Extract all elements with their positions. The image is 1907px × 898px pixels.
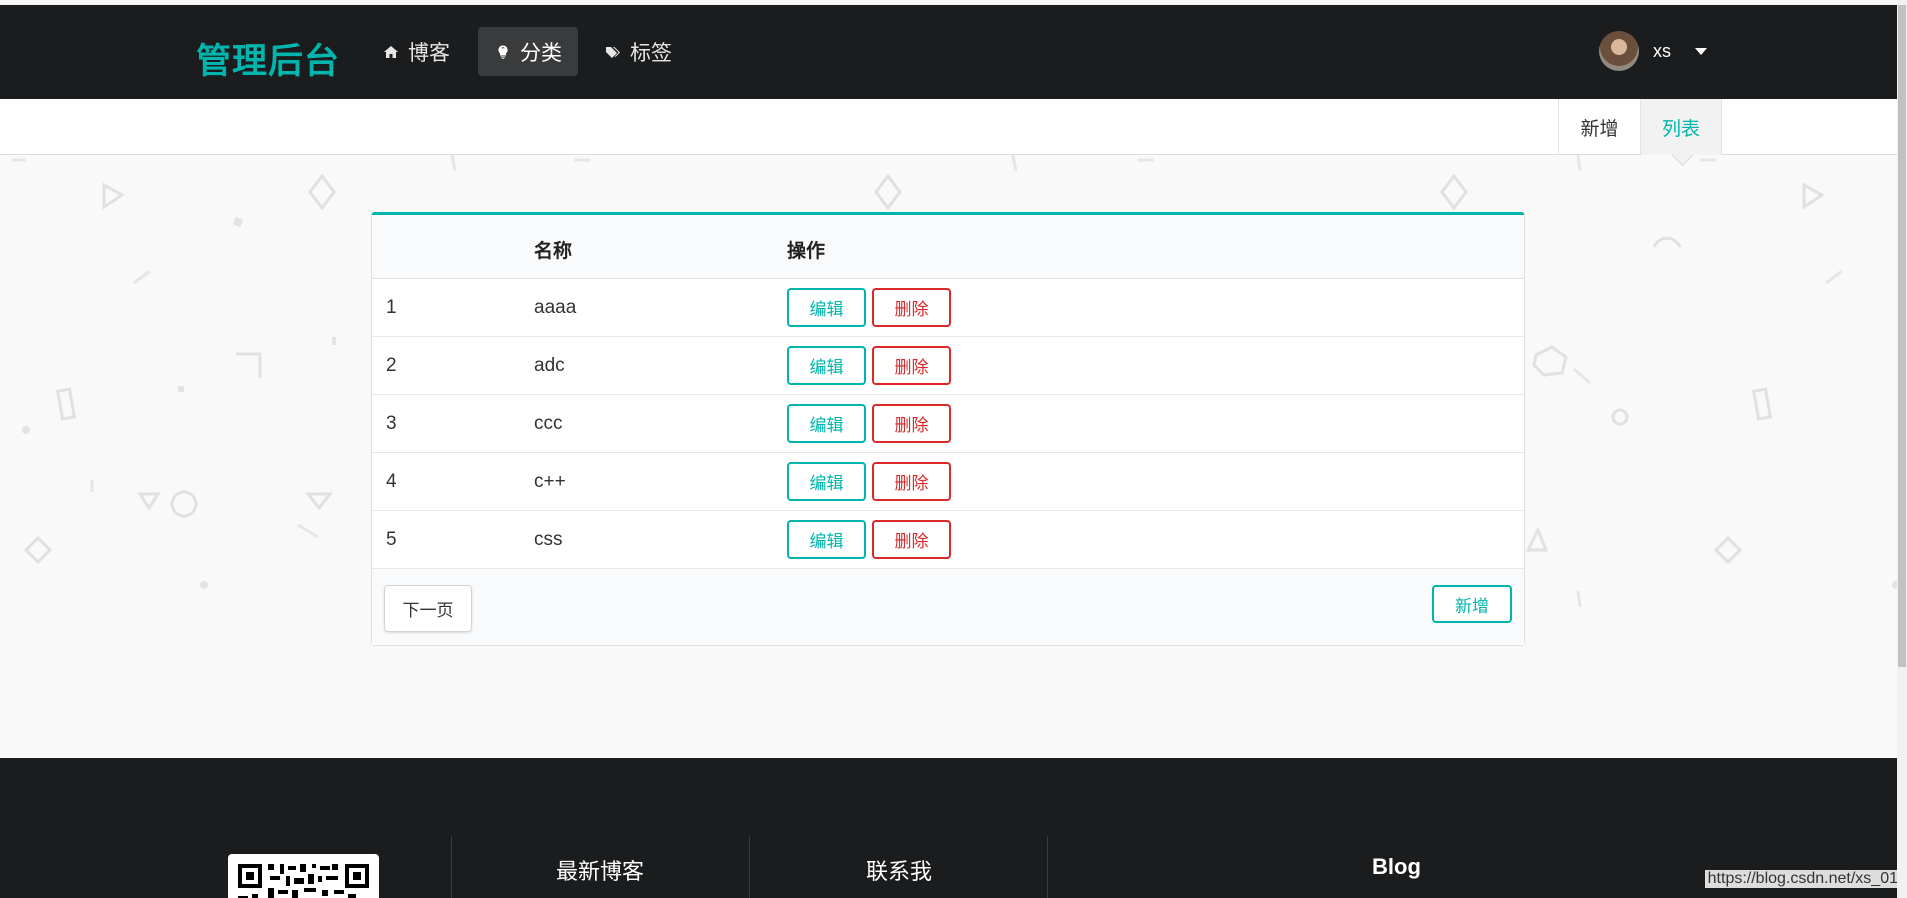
row-index: 3: [386, 413, 397, 434]
home-icon: [382, 43, 400, 61]
delete-button[interactable]: 删除: [872, 520, 951, 559]
user-menu[interactable]: xs: [1599, 31, 1707, 71]
nav-item-category[interactable]: 分类: [478, 27, 578, 76]
edit-button[interactable]: 编辑: [787, 520, 866, 559]
table-footer: 下一页 新增: [372, 569, 1524, 645]
edit-button[interactable]: 编辑: [787, 462, 866, 501]
nav-item-label: 博客: [408, 41, 450, 65]
delete-button[interactable]: 删除: [872, 404, 951, 443]
add-category-button[interactable]: 新增: [1432, 585, 1512, 623]
edit-button[interactable]: 编辑: [787, 404, 866, 443]
footer-divider: [749, 836, 750, 898]
row-name: c++: [534, 471, 566, 492]
row-index: 2: [386, 355, 397, 376]
row-index: 4: [386, 471, 397, 492]
row-name: aaaa: [534, 297, 577, 318]
nav-item-label: 分类: [520, 41, 562, 65]
next-page-button[interactable]: 下一页: [384, 585, 472, 632]
category-table: 名称 操作 1 aaaa 编辑 删除 2 adc 编辑 删除 3 ccc 编辑 …: [371, 212, 1525, 646]
edit-button[interactable]: 编辑: [787, 346, 866, 385]
sub-header: 新增 列表: [0, 99, 1897, 155]
footer-divider: [451, 836, 452, 898]
table-header: 名称 操作: [372, 215, 1524, 279]
table-row: 1 aaaa 编辑 删除: [372, 279, 1524, 337]
chevron-down-icon: [1695, 47, 1707, 55]
table-row: 5 css 编辑 删除: [372, 511, 1524, 569]
username: xs: [1653, 40, 1671, 61]
lightbulb-icon: [494, 43, 512, 61]
row-name: css: [534, 529, 563, 550]
footer-contact-heading: 联系我: [866, 859, 933, 884]
page-footer: 最新博客 联系我 Blog: [0, 758, 1897, 898]
row-index: 1: [386, 297, 397, 318]
column-header-name: 名称: [534, 241, 573, 262]
edit-button[interactable]: 编辑: [787, 288, 866, 327]
row-name: adc: [534, 355, 565, 376]
footer-latest-blogs-heading: 最新博客: [556, 859, 645, 884]
table-row: 4 c++ 编辑 删除: [372, 453, 1524, 511]
vertical-scrollbar[interactable]: [1897, 0, 1907, 898]
footer-divider: [1047, 836, 1048, 898]
nav-item-blog[interactable]: 博客: [366, 27, 466, 76]
qr-code: [228, 854, 379, 898]
brand-title[interactable]: 管理后台: [196, 33, 340, 84]
top-navbar: 管理后台 博客 分类 标签 xs: [0, 5, 1897, 99]
row-name: ccc: [534, 413, 563, 434]
nav-item-tags[interactable]: 标签: [588, 27, 688, 76]
table-row: 2 adc 编辑 删除: [372, 337, 1524, 395]
tab-add[interactable]: 新增: [1558, 99, 1640, 155]
delete-button[interactable]: 删除: [872, 288, 951, 327]
row-index: 5: [386, 529, 397, 550]
tags-icon: [604, 43, 622, 61]
column-header-actions: 操作: [787, 241, 826, 262]
tab-list[interactable]: 列表: [1640, 99, 1722, 155]
delete-button[interactable]: 删除: [872, 462, 951, 501]
scrollbar-thumb[interactable]: [1898, 5, 1906, 667]
avatar: [1599, 31, 1639, 71]
nav-item-label: 标签: [630, 41, 672, 65]
delete-button[interactable]: 删除: [872, 346, 951, 385]
watermark-url: https://blog.csdn.net/xs_01: [1704, 870, 1901, 888]
footer-blog-heading: Blog: [1372, 854, 1421, 879]
table-row: 3 ccc 编辑 删除: [372, 395, 1524, 453]
